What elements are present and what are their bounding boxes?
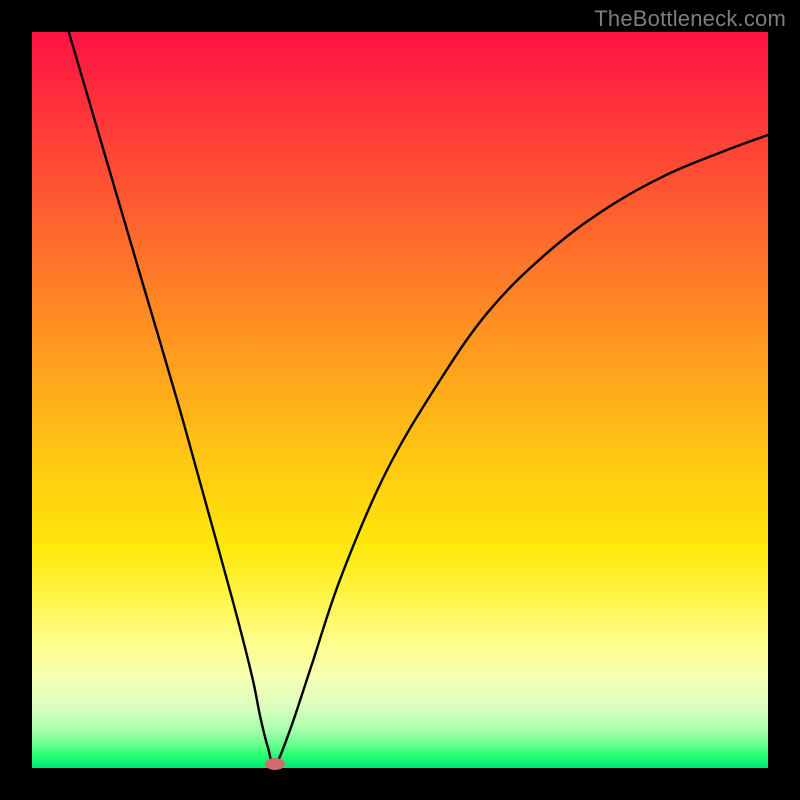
minimum-marker xyxy=(265,758,285,770)
plot-area xyxy=(32,32,768,768)
curve-path xyxy=(69,32,768,765)
watermark-text: TheBottleneck.com xyxy=(594,6,786,32)
chart-frame: TheBottleneck.com xyxy=(0,0,800,800)
bottleneck-curve xyxy=(32,32,768,768)
